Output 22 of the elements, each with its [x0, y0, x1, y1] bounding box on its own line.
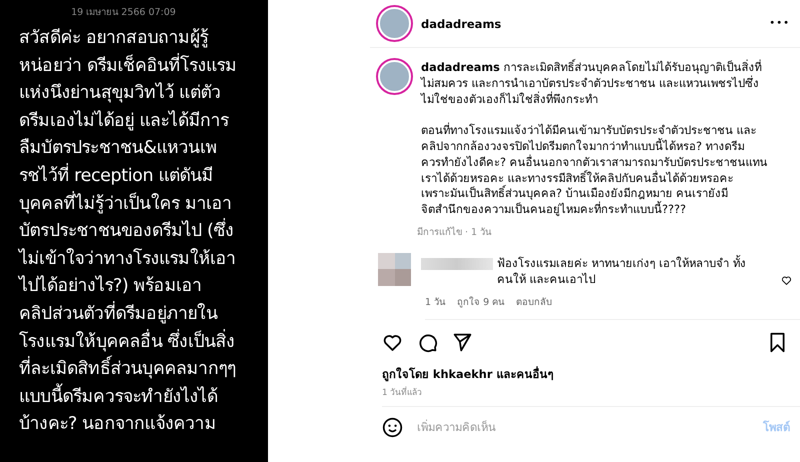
share-icon[interactable]	[452, 332, 473, 353]
more-options-button[interactable]: •••	[769, 18, 790, 29]
blurred-username	[421, 258, 493, 270]
like-comment-icon[interactable]	[781, 274, 792, 286]
avatar[interactable]	[378, 60, 411, 93]
blurred-avatar	[378, 252, 411, 286]
liked-by-text[interactable]: ถูกใจโดย khkaekhr และคนอื่นๆ	[382, 364, 800, 383]
story-text: สวัสดีค่ะ อยากสอบถามผู้รู้ หน่อยว่า ดรีมเช็คอินที่โรงแรม แห่งนึงย่านสุขุมวิทไว้ แต่ตัว ดรีมเองไม่ได้อยู่ และได้มีการ ลืมบัตรประชาชน&แหวนเพ รชไว้ที่ reception แต่ดันมี บุคคลที่ไม่รู้ว่าเป็นใคร มาเอา บัตรประชาชนของดรีมไป (ซึ่ง ไม่เข้าใจว่าทางโรงแรมให้เอา ไปได้อย่างไร?) พร้อมเอา คลิปส่วนตัวที่ดรีมอยู่ภายใน โรงแรมให้บุคคลอื่น ซึ่งเป็นสิ่ง ที่ละเมิดสิทธิ์ส่วนบุคคลมากๆๆ แบบนี้ดรีมควรจะทำยังไงได้ บ้างคะ? นอกจากแจ้งความ	[19, 27, 238, 436]
emoji-icon[interactable]	[382, 416, 403, 438]
comment-text: ฟ้องโรงแรมเลยค่ะ หาทนายเก่งๆ เอาให้หลาบจำ ทั้ง คนให้ และคนเอาไป	[497, 256, 746, 288]
comment-icon[interactable]	[417, 332, 438, 353]
post-time: 1 วันที่แล้ว	[382, 384, 800, 407]
comment-likes[interactable]: ถูกใจ 9 คน	[457, 294, 504, 309]
caption-text: dadadreams การละเมิดสิทธิ์ส่วนบุคคลโดยไม่ได้รับอนุญาติเป็นสิ่งที่ ไม่สมควร และการนำเอาบัตรประจำตัวประชาชน และแหวนเพชรไปซึ่ง ไม่ใช่ของตัวเองก็ไม่ใช่สิ่งที่พึงกระทำ ตอนที่ทางโรงแรมแจ้งว่าได้มีคนเข้ามารับบัตรประจำตัวประชาชน และ คลิปจากกล้องวงจรปิดไปดรีมตกใจมากว่าทำแบบนี้ได้หรอ? ทางดรีม ควรทำยังไงดีคะ? คนอื่นนอกจากตัวเราสามารถมารับบัตรประชาชนแทน เราได้ด้วยหรอคะ และทางรรมีสิทธิ์ให้คลิปกับคนอื่นได้ด้วยหรอคะ เพราะมันเป็นสิทธิ์ส่วนบุคคล? บ้านเมืองยังมีกฎหมาย คนเรายังมี จิตสำนึกของความเป็นคนอยู่ไหมคะที่กระทำแบบนี้????	[421, 60, 768, 218]
username-link[interactable]: dadadreams	[421, 61, 500, 74]
avatar[interactable]	[378, 7, 411, 40]
caption-meta: มีการแก้ไข · 1 วัน	[417, 226, 492, 239]
story-timestamp: 19 เมษายน 2566 07:09	[71, 6, 176, 19]
comment-time: 1 วัน	[425, 296, 446, 309]
reply-button[interactable]: ตอบกลับ	[516, 294, 552, 309]
comment-input-field[interactable]: เพิ่มความคิดเห็น	[417, 418, 749, 436]
username[interactable]: dadadreams	[421, 16, 760, 30]
